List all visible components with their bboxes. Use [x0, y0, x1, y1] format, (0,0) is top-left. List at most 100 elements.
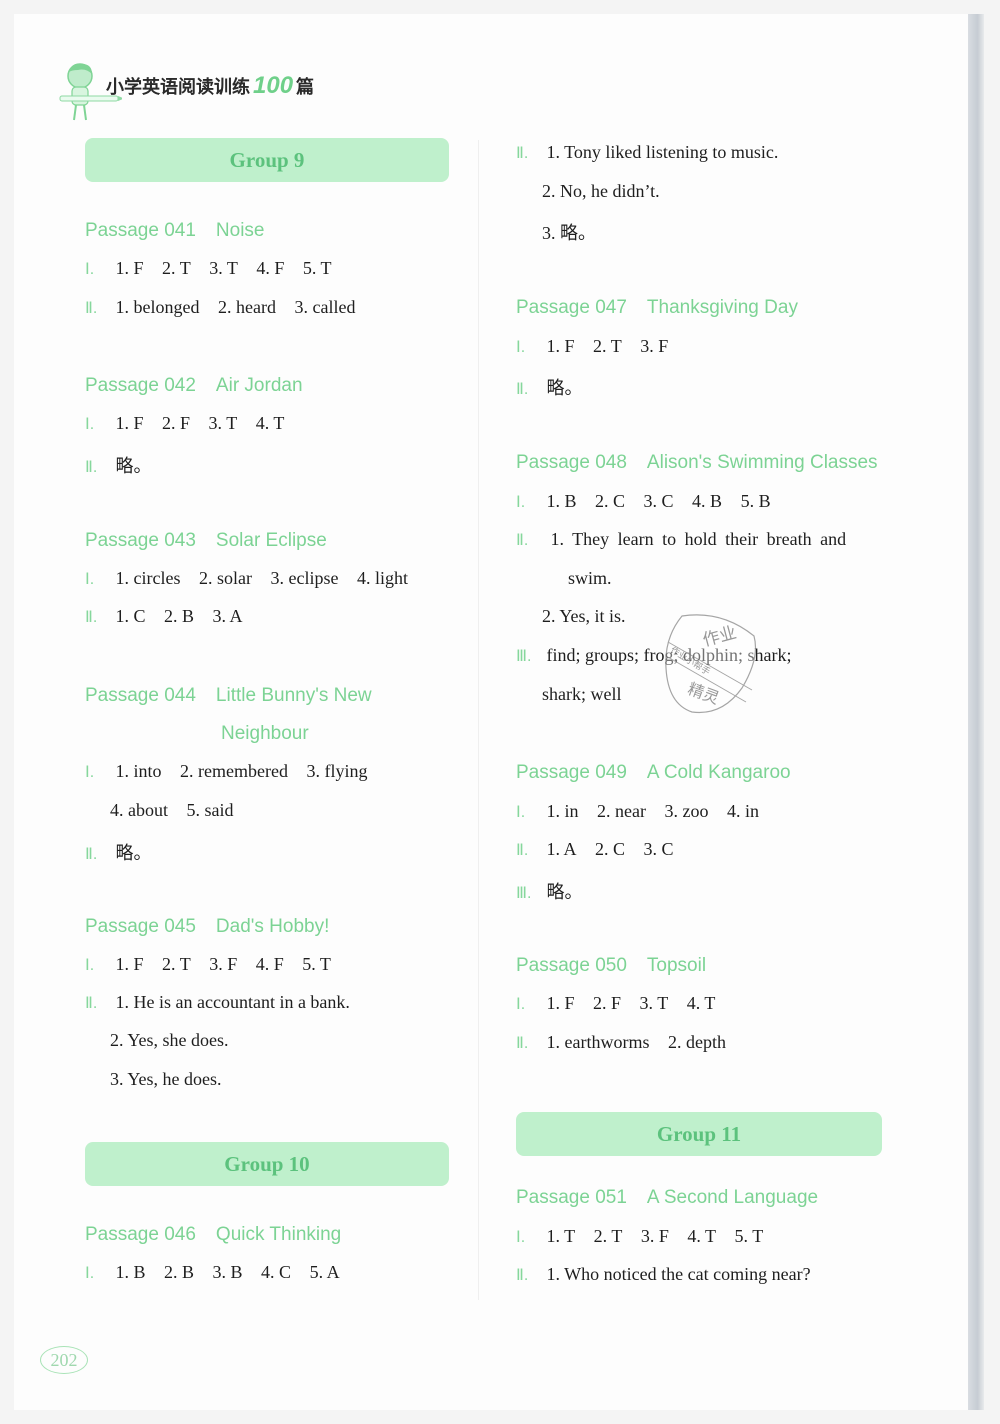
passage-048-part-2: Ⅱ. 1. They learn to hold their breath an…: [516, 529, 846, 550]
passage-044-title: Passage 044 Little Bunny's New: [85, 685, 372, 707]
answer: 2. Yes, she does.: [110, 1030, 229, 1050]
answer: 1. C: [115, 606, 146, 626]
answer: 4. B: [692, 491, 723, 511]
answer: 3. F: [640, 1226, 669, 1246]
part-label: Ⅱ.: [85, 459, 98, 476]
passage-048-part-2-wrap: swim.: [568, 568, 612, 589]
answer: 3. F: [640, 336, 669, 356]
part-label: Ⅱ.: [85, 609, 98, 626]
passage-number: Passage 049: [516, 762, 627, 783]
answer: 2. depth: [667, 1032, 726, 1052]
passage-name: A Cold Kangaroo: [646, 762, 791, 783]
answer: 4. light: [356, 568, 408, 588]
answer: 1. T: [546, 1226, 576, 1246]
answer: 5. B: [740, 491, 771, 511]
column-divider: [478, 140, 479, 1300]
passage-045-part-2-line-3: 3. Yes, he does.: [110, 1069, 222, 1090]
passage-047-title: Passage 047 Thanksgiving Day: [516, 297, 798, 319]
passage-044-part-1: Ⅰ. 1. into 2. remembered 3. flying: [85, 761, 381, 782]
answer: 3. T: [639, 993, 669, 1013]
passage-name: Neighbour: [221, 723, 309, 744]
answer: 5. T: [302, 258, 332, 278]
part-label: Ⅱ.: [516, 145, 529, 162]
answer: 4. C: [261, 1262, 292, 1282]
passage-043-part-2: Ⅱ. 1. C 2. B 3. A: [85, 606, 257, 627]
passage-name: Alison's Swimming Classes: [646, 452, 878, 473]
passage-045-part-2: Ⅱ. 1. He is an accountant in a bank.: [85, 992, 350, 1013]
passage-045-part-2-line-2: 2. Yes, she does.: [110, 1030, 229, 1051]
group-9-label: Group 9: [229, 147, 305, 172]
passage-048-part-1: Ⅰ. 1. B 2. C 3. C 4. B 5. B: [516, 491, 785, 512]
answer: 1. into: [115, 761, 162, 781]
passage-049-part-3: Ⅲ. 略。: [516, 878, 583, 904]
passage-044-part-2: Ⅱ. 略。: [85, 839, 152, 865]
passage-045-part-1: Ⅰ. 1. F 2. T 3. F 4. F 5. T: [85, 954, 345, 975]
part-label: Ⅰ.: [85, 416, 95, 433]
passage-041-part-2: Ⅱ. 1. belonged 2. heard 3. called: [85, 297, 369, 318]
part-label: Ⅱ.: [516, 842, 529, 859]
passage-044-title-cont: Neighbour: [221, 723, 309, 745]
group-11-label: Group 11: [656, 1121, 742, 1146]
answer: 2. T: [593, 336, 622, 356]
passage-046-title: Passage 046 Quick Thinking: [85, 1224, 341, 1246]
part-label: Ⅰ.: [516, 339, 526, 356]
answer: 2. solar: [198, 568, 252, 588]
passage-number: Passage 045: [85, 916, 196, 937]
answer: swim.: [568, 568, 612, 588]
passage-051-part-1: Ⅰ. 1. T 2. T 3. F 4. T 5. T: [516, 1226, 777, 1247]
passage-050-part-2: Ⅱ. 1. earthworms 2. depth: [516, 1032, 740, 1053]
passage-number: Passage 051: [516, 1187, 627, 1208]
passage-046-part-2: Ⅱ. 1. Tony liked listening to music.: [516, 142, 778, 163]
answer: 1. in: [546, 801, 579, 821]
answer: 1. They learn to hold their breath and: [550, 529, 847, 549]
answer: 2. near: [597, 801, 646, 821]
answer: 4. in: [727, 801, 760, 821]
passage-name: Dad's Hobby!: [215, 916, 330, 937]
answer: 略。: [115, 456, 152, 476]
passage-042-part-1: Ⅰ. 1. F 2. F 3. T 4. T: [85, 413, 298, 434]
passage-049-part-2: Ⅱ. 1. A 2. C 3. C: [516, 839, 688, 860]
answer: 1. F: [115, 258, 144, 278]
answer: 2. remembered: [180, 761, 288, 781]
part-label: Ⅰ.: [516, 996, 526, 1013]
answer: 4. about: [110, 800, 168, 820]
passage-name: Quick Thinking: [215, 1224, 342, 1245]
part-label: Ⅱ.: [85, 846, 98, 863]
passage-050-title: Passage 050 Topsoil: [516, 955, 706, 977]
passage-042-title: Passage 042 Air Jordan: [85, 375, 303, 397]
part-label: Ⅱ.: [516, 532, 529, 549]
answer: 1. F: [115, 954, 144, 974]
part-label: Ⅰ.: [516, 494, 526, 511]
answer: 2. B: [164, 606, 195, 626]
passage-046-part-1: Ⅰ. 1. B 2. B 3. B 4. C 5. A: [85, 1262, 354, 1283]
passage-047-part-1: Ⅰ. 1. F 2. T 3. F: [516, 336, 682, 357]
passage-041-title: Passage 041 Noise: [85, 220, 265, 242]
answer: 5. A: [309, 1262, 340, 1282]
answer: 1. A: [546, 839, 577, 859]
part-label: Ⅰ.: [85, 764, 95, 781]
passage-number: Passage 047: [516, 297, 627, 318]
answer: 1. Tony liked listening to music.: [546, 142, 779, 162]
answer: 1. belonged: [115, 297, 200, 317]
book-title-text: 小学英语阅读训练: [106, 77, 250, 98]
answer: 1. B: [546, 491, 577, 511]
answer: 4. T: [255, 413, 285, 433]
passage-049-part-1: Ⅰ. 1. in 2. near 3. zoo 4. in: [516, 801, 773, 822]
watermark-stamp: 作业 作业小帮手 精灵: [662, 608, 762, 718]
answer: 1. B: [115, 1262, 146, 1282]
part-label: Ⅱ.: [85, 300, 98, 317]
passage-047-part-2: Ⅱ. 略。: [516, 374, 583, 400]
group-9-banner: Group 9: [85, 138, 449, 182]
answer: 4. T: [687, 1226, 717, 1246]
passage-number: Passage 044: [85, 685, 196, 706]
part-label: Ⅰ.: [85, 261, 95, 278]
passage-042-part-2: Ⅱ. 略。: [85, 452, 152, 478]
passage-041-part-1: Ⅰ. 1. F 2. T 3. T 4. F 5. T: [85, 258, 346, 279]
answer: 1. Who noticed the cat coming near?: [546, 1264, 811, 1284]
passage-044-part-1-cont: 4. about 5. said: [110, 800, 248, 821]
passage-number: Passage 043: [85, 530, 196, 551]
passage-049-title: Passage 049 A Cold Kangaroo: [516, 762, 791, 784]
answer: 1. He is an accountant in a bank.: [115, 992, 350, 1012]
group-11-banner: Group 11: [516, 1112, 882, 1156]
page-edge: [968, 14, 984, 1410]
